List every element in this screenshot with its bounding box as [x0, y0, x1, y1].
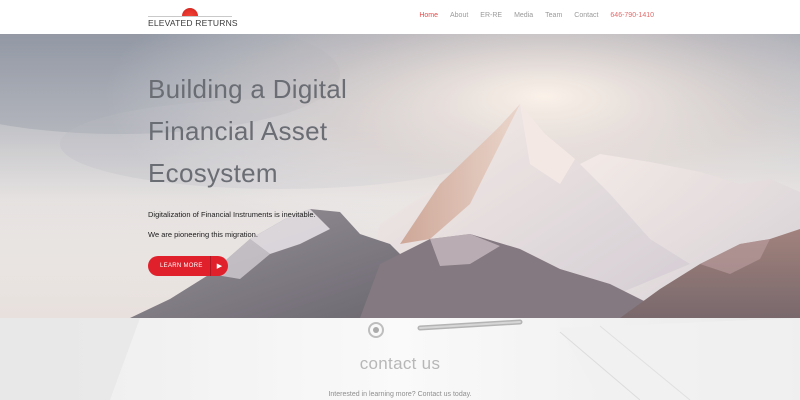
logo-horizon-line [148, 16, 232, 17]
nav-home[interactable]: Home [419, 12, 438, 19]
logo-text: ELEVATED RETURNS [148, 18, 238, 28]
hero-title-line: Financial Asset [148, 116, 328, 146]
hero-section: Building a Digital Financial Asset Ecosy… [0, 34, 800, 318]
site-header: ELEVATED RETURNS Home About ER-RE Media … [0, 0, 800, 34]
hero-content: Building a Digital Financial Asset Ecosy… [148, 68, 448, 276]
hero-description: Digitalization of Financial Instruments … [148, 210, 316, 219]
nav-media[interactable]: Media [514, 12, 533, 19]
hero-title-line: Building a Digital [148, 74, 348, 104]
hero-title: Building a Digital Financial Asset Ecosy… [148, 68, 448, 194]
nav-team[interactable]: Team [545, 12, 562, 19]
logo-sun-icon [182, 8, 198, 16]
main-nav: Home About ER-RE Media Team Contact 646-… [419, 12, 654, 19]
nav-phone[interactable]: 646-790-1410 [610, 12, 654, 19]
nav-er-re[interactable]: ER-RE [480, 12, 502, 19]
contact-title: contact us [359, 354, 441, 373]
play-arrow-icon: ▶ [216, 263, 223, 270]
logo[interactable]: ELEVATED RETURNS [148, 6, 238, 28]
nav-about[interactable]: About [450, 12, 468, 19]
contact-section: contact us Interested in learning more? … [0, 318, 800, 400]
contact-subtitle: Interested in learning more? Contact us … [328, 391, 472, 398]
hero-description-2: We are pioneering this migration. [148, 230, 258, 239]
hero-title-line: Ecosystem [148, 158, 278, 188]
learn-more-button[interactable]: LEARN MORE ▶ [148, 256, 228, 276]
nav-contact[interactable]: Contact [574, 12, 598, 19]
learn-more-label: LEARN MORE [160, 263, 203, 269]
